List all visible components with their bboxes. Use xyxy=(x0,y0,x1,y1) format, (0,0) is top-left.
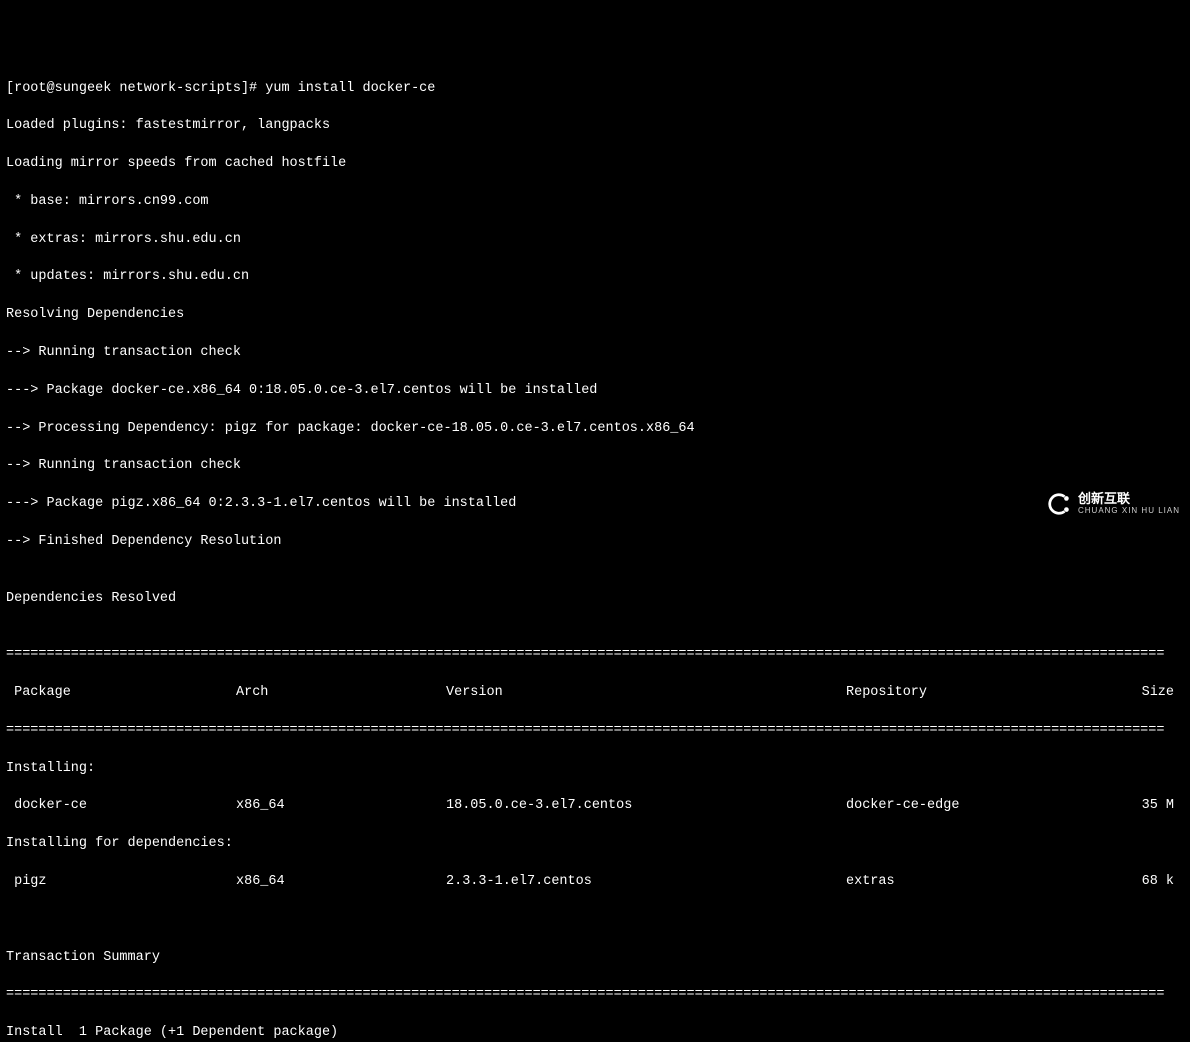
transaction-summary-label: Transaction Summary xyxy=(6,949,1184,968)
output-line: --> Running transaction check xyxy=(6,457,1184,476)
shell-command: yum install docker-ce xyxy=(265,80,435,99)
output-line: --> Finished Dependency Resolution xyxy=(6,533,1184,552)
output-line: Loaded plugins: fastestmirror, langpacks xyxy=(6,117,1184,136)
watermark-text: 创新互联 CHUANG XIN HU LIAN xyxy=(1078,492,1180,515)
watermark-en: CHUANG XIN HU LIAN xyxy=(1078,507,1180,516)
cell-arch: x86_64 xyxy=(236,797,446,816)
separator-line: ========================================… xyxy=(6,646,1184,665)
watermark-logo-icon xyxy=(1046,491,1072,517)
section-label: Installing: xyxy=(6,760,1184,779)
separator-line: ========================================… xyxy=(6,986,1184,1005)
section-label: Installing for dependencies: xyxy=(6,835,1184,854)
output-line: Loading mirror speeds from cached hostfi… xyxy=(6,155,1184,174)
table-row: docker-ce x86_64 18.05.0.ce-3.el7.centos… xyxy=(6,797,1184,816)
command-prompt-line: [root@sungeek network-scripts]# yum inst… xyxy=(6,80,1184,99)
install-summary: Install 1 Package (+1 Dependent package) xyxy=(6,1024,1184,1042)
output-line: * base: mirrors.cn99.com xyxy=(6,193,1184,212)
header-repository: Repository xyxy=(846,684,1116,703)
separator-line: ========================================… xyxy=(6,722,1184,741)
header-package: Package xyxy=(6,684,236,703)
table-row: pigz x86_64 2.3.3-1.el7.centos extras 68… xyxy=(6,873,1184,892)
cell-package: pigz xyxy=(6,873,236,892)
cell-size: 68 k xyxy=(1116,873,1184,892)
header-version: Version xyxy=(446,684,846,703)
logo-icon xyxy=(1046,490,1072,518)
cell-repo: extras xyxy=(846,873,1116,892)
cell-arch: x86_64 xyxy=(236,873,446,892)
watermark: 创新互联 CHUANG XIN HU LIAN xyxy=(1046,491,1180,517)
header-size: Size xyxy=(1116,684,1184,703)
output-line: Dependencies Resolved xyxy=(6,590,1184,609)
output-line: --> Running transaction check xyxy=(6,344,1184,363)
output-line: * extras: mirrors.shu.edu.cn xyxy=(6,231,1184,250)
output-line: Resolving Dependencies xyxy=(6,306,1184,325)
cell-package: docker-ce xyxy=(6,797,236,816)
output-line: ---> Package docker-ce.x86_64 0:18.05.0.… xyxy=(6,382,1184,401)
watermark-cn: 创新互联 xyxy=(1078,492,1180,506)
cell-repo: docker-ce-edge xyxy=(846,797,1116,816)
output-line: * updates: mirrors.shu.edu.cn xyxy=(6,268,1184,287)
shell-prompt: [root@sungeek network-scripts]# xyxy=(6,80,265,99)
cell-version: 18.05.0.ce-3.el7.centos xyxy=(446,797,846,816)
table-header-row: Package Arch Version Repository Size xyxy=(6,684,1184,703)
cell-version: 2.3.3-1.el7.centos xyxy=(446,873,846,892)
output-line: --> Processing Dependency: pigz for pack… xyxy=(6,420,1184,439)
blank-line xyxy=(6,911,1184,930)
cell-size: 35 M xyxy=(1116,797,1184,816)
output-line: ---> Package pigz.x86_64 0:2.3.3-1.el7.c… xyxy=(6,495,1184,514)
header-arch: Arch xyxy=(236,684,446,703)
